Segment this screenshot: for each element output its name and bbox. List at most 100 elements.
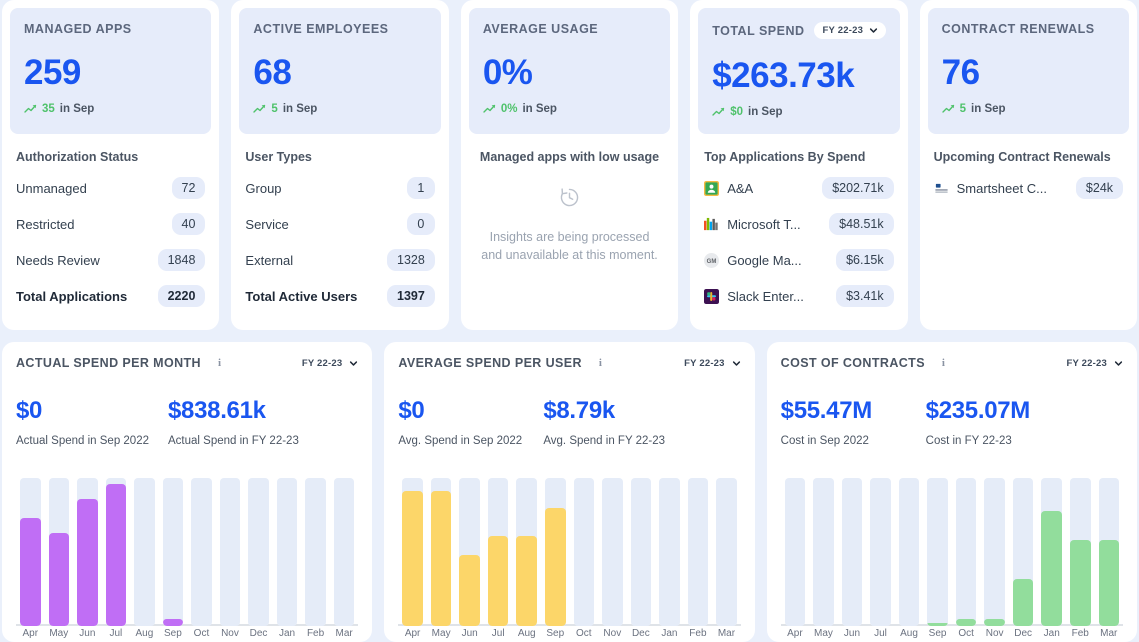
bar-slot[interactable] — [570, 478, 599, 626]
bar-slot[interactable] — [781, 478, 810, 626]
bar-track — [630, 478, 652, 626]
bar-slot[interactable] — [952, 478, 981, 626]
kpi-title: MANAGED APPS — [24, 22, 132, 36]
bar-slot[interactable] — [684, 478, 713, 626]
kpi-card-managed-apps: MANAGED APPS 259 35 in Sep Authorization… — [2, 0, 220, 330]
trend-up-icon — [253, 104, 266, 113]
bar-slot[interactable] — [73, 478, 102, 626]
stat-caption: Actual Spend in Sep 2022 — [16, 435, 149, 447]
bar-track — [659, 478, 680, 626]
list-item[interactable]: Slack Enter... $3.41k — [704, 278, 894, 314]
stat-caption: Actual Spend in FY 22-23 — [168, 435, 299, 447]
info-icon[interactable]: i — [595, 357, 606, 369]
kpi-delta-value: 0% — [500, 103, 518, 115]
bar-slot[interactable] — [541, 478, 570, 626]
bar-slot[interactable] — [16, 478, 45, 626]
bar-slot[interactable] — [598, 478, 627, 626]
info-icon[interactable]: i — [214, 357, 225, 369]
list-item[interactable]: Needs Review 1848 — [16, 242, 206, 278]
list-item-value: 1848 — [157, 249, 206, 271]
kpi-delta: 5 in Sep — [253, 103, 426, 115]
kpi-title: TOTAL SPEND — [712, 23, 805, 38]
x-axis-tick-label: May — [431, 628, 451, 639]
bar-slot[interactable] — [398, 478, 427, 626]
bar-slot[interactable] — [895, 478, 924, 626]
bar-chart — [398, 467, 741, 626]
fiscal-year-dropdown[interactable]: FY 22-23 — [813, 22, 887, 39]
x-axis-tick-label: Feb — [306, 628, 325, 639]
list-item[interactable]: Group 1 — [245, 170, 435, 206]
bar-slot[interactable] — [866, 478, 895, 626]
bar-slot[interactable] — [244, 478, 273, 626]
kpi-body: User Types Group 1 Service 0 External 13… — [239, 134, 440, 330]
fiscal-year-dropdown[interactable]: FY 22-23 — [684, 358, 741, 369]
list-item[interactable]: A&A $202.71k — [704, 170, 894, 206]
fiscal-year-label: FY 22-23 — [822, 25, 864, 36]
list-item-value: 40 — [171, 213, 206, 235]
x-axis-tick-label: Dec — [249, 628, 268, 639]
bar-slot[interactable] — [102, 478, 131, 626]
list-item[interactable]: External 1328 — [245, 242, 435, 278]
bar-slot[interactable] — [273, 478, 302, 626]
list-item[interactable]: Microsoft T... $48.51k — [704, 206, 894, 242]
chart-summary-stats: $55.47M Cost in Sep 2022 $235.07M Cost i… — [780, 397, 1123, 448]
dashboard-page: MANAGED APPS 259 35 in Sep Authorization… — [0, 0, 1139, 642]
fiscal-year-dropdown[interactable]: FY 22-23 — [1066, 358, 1123, 369]
list-item[interactable]: Smartsheet C... $24k — [934, 170, 1124, 206]
stat-caption: Cost in FY 22-23 — [925, 435, 1012, 447]
x-axis-tick-label: Oct — [958, 628, 974, 639]
x-axis-labels: Apr May Jun Jul Aug Sep Oct Nov Dec Jan Feb Mar — [398, 628, 740, 642]
bar-slot[interactable] — [216, 478, 245, 626]
stat-value: $55.47M — [780, 397, 873, 424]
list-title: Authorization Status — [16, 150, 139, 164]
x-axis-tick-label: Sep — [546, 628, 565, 639]
info-icon[interactable]: i — [938, 357, 949, 369]
bar-track — [219, 478, 241, 626]
bar-slot[interactable] — [627, 478, 656, 626]
bar-slot[interactable] — [130, 478, 159, 626]
bar-slot[interactable] — [1009, 478, 1038, 626]
kpi-value: $263.73k — [712, 56, 855, 95]
bar-slot[interactable] — [980, 478, 1009, 626]
bar-slot[interactable] — [923, 478, 952, 626]
bar-slot[interactable] — [1066, 478, 1095, 626]
bar-slot[interactable] — [809, 478, 838, 626]
trend-up-icon — [24, 104, 37, 113]
stat-right: $235.07M Cost in FY 22-23 — [925, 399, 1031, 448]
list-item[interactable]: Restricted 40 — [16, 206, 206, 242]
bar-track — [77, 478, 98, 626]
bar-slot[interactable] — [187, 478, 216, 626]
bar-slot[interactable] — [427, 478, 456, 626]
bar-track — [430, 478, 452, 626]
list-item-value: $202.71k — [822, 177, 894, 199]
x-axis-tick-label: May — [814, 628, 833, 639]
bar-slot[interactable] — [1095, 478, 1124, 626]
bar-slot[interactable] — [1037, 478, 1066, 626]
bar-slot[interactable] — [330, 478, 359, 626]
bar-track — [870, 478, 891, 626]
x-axis-tick-label: Jan — [278, 628, 296, 639]
list-item-value: 2220 — [157, 285, 206, 307]
kpi-delta: 5 in Sep — [941, 103, 1115, 115]
bar-slot[interactable] — [712, 478, 741, 626]
list-item[interactable]: Unmanaged 72 — [16, 170, 206, 206]
x-axis-tick-label: Jun — [843, 628, 861, 639]
bar-slot[interactable] — [512, 478, 541, 626]
chart-title: ACTUAL SPEND PER MONTH — [16, 356, 201, 370]
bar-slot[interactable] — [45, 478, 74, 626]
bar-slot[interactable] — [455, 478, 484, 626]
bar-slot[interactable] — [655, 478, 684, 626]
x-axis-tick-label: Oct — [193, 628, 210, 639]
bar-slot[interactable] — [301, 478, 330, 626]
bar-track — [305, 478, 326, 626]
fiscal-year-dropdown[interactable]: FY 22-23 — [302, 358, 359, 369]
bar-slot[interactable] — [484, 478, 513, 626]
bar-track — [602, 478, 623, 626]
bar-slot[interactable] — [159, 478, 188, 626]
kpi-body: Upcoming Contract Renewals Smartsheet C.… — [928, 134, 1129, 330]
list-item[interactable]: Service 0 — [245, 206, 435, 242]
stat-value: $0 — [398, 397, 425, 424]
list-item[interactable]: GM Google Ma... $6.15k — [704, 242, 894, 278]
x-axis-tick-label: Nov — [603, 628, 622, 639]
bar-slot[interactable] — [838, 478, 867, 626]
